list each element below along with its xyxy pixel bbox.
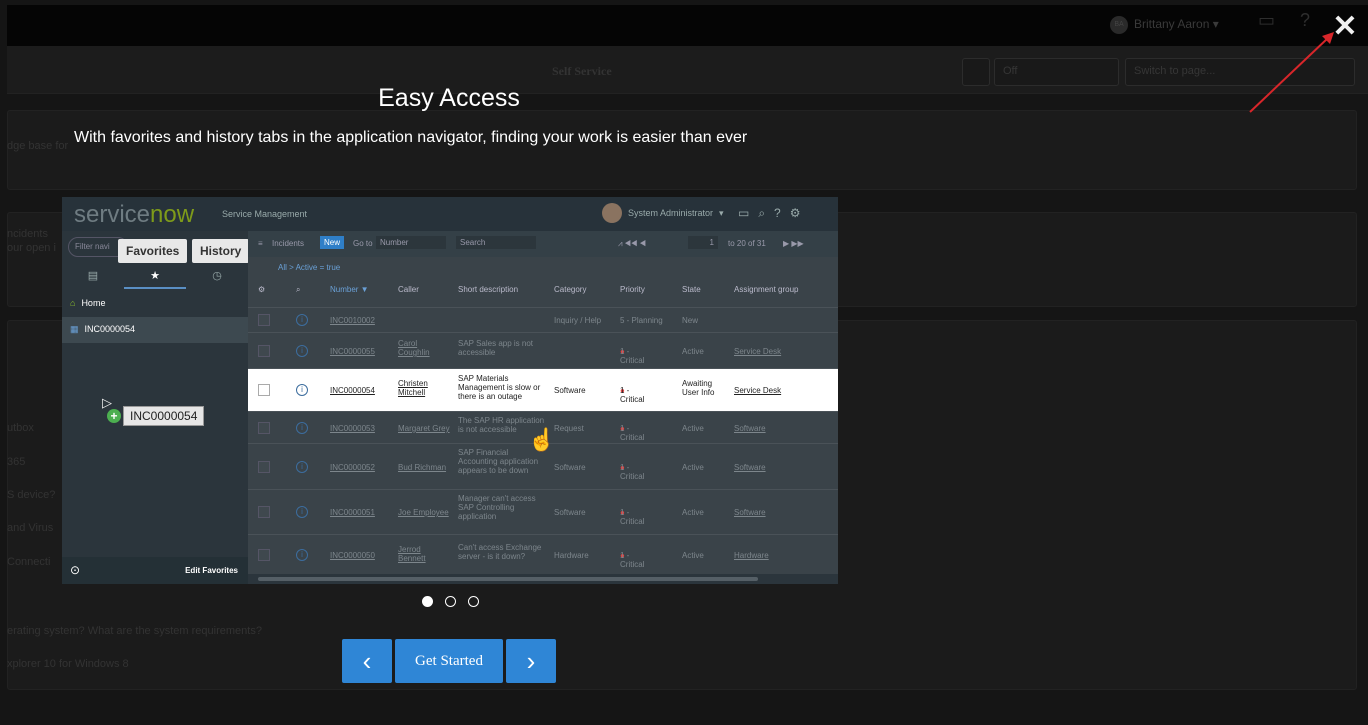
navigator-tabs: ▤ ★ ◷ [62,265,248,289]
servicenow-logo: servicenow [74,201,195,228]
table-row: i INC0010002 Inquiry / Help 5 - Planning… [248,307,838,332]
table-row: i INC0000051 Joe Employee Manager can't … [248,489,838,534]
home-icon: ⌂ [70,298,76,308]
table-row: i INC0000055 Carol Coughlin SAP Sales ap… [248,332,838,368]
modal-subtitle: With favorites and history tabs in the a… [74,129,748,146]
slide-dot[interactable] [445,596,456,607]
paging-icon: ⩘ ◀◀ ◀ [618,239,647,248]
product-name: Service Management [222,209,308,219]
list-header: ⚙ ⌕ Number ▼ Caller Short description Ca… [258,285,799,294]
list-icon: ▦ [70,324,79,334]
navigator-footer: ⊙ Edit Favorites [62,557,248,584]
menu-icon: ≡ [258,239,263,248]
avatar [602,203,622,223]
all-apps-icon: ▤ [87,270,99,282]
incident-list: ≡ Incidents New Go to Number Search ⩘ ◀◀… [248,231,838,584]
feature-screenshot: servicenow Service Management System Adm… [62,197,838,584]
admin-user: System Administrator ▾ [602,203,724,223]
next-button[interactable]: › [506,639,556,683]
history-tooltip: History [192,239,250,263]
info-icon: i [296,345,308,357]
app-navigator: Filter navi Favorites History ▤ ★ ◷ ⌂ Hom… [62,231,250,584]
gear-icon: ⚙ [258,285,266,294]
info-icon: i [296,549,308,561]
plus-icon: + [107,409,121,423]
modal-title: Easy Access [378,84,520,112]
info-icon: i [296,506,308,518]
hand-cursor-icon: ☝ [528,427,556,452]
drag-item: + INC0000054 [107,406,205,426]
breadcrumb: All > Active = true [278,263,341,272]
collapse-icon: ⊙ [70,563,81,577]
info-icon: i [296,422,308,434]
table-row-highlighted: i INC0000054 Christen Mitchell SAP Mater… [248,368,838,411]
info-icon: i [296,461,308,473]
previous-button[interactable]: ‹ [342,639,392,683]
star-icon: ★ [124,265,186,289]
next-page-icon: ▶ ▶▶ [783,239,804,248]
nav-favorite: ▦ INC0000054 [62,317,248,343]
sn-header: servicenow Service Management System Adm… [62,197,838,231]
info-icon: i [296,314,308,326]
info-icon: i [296,384,308,396]
slide-dot[interactable] [468,596,479,607]
horizontal-scrollbar [248,574,838,584]
clock-icon: ◷ [212,270,222,282]
nav-home: ⌂ Home [70,298,106,308]
slide-dot[interactable] [422,596,433,607]
favorites-tooltip: Favorites [118,239,188,263]
table-row: i INC0000050 Jerrod Bennett Can't access… [248,534,838,574]
slide-indicator [422,596,479,607]
search-icon: ⌕ [296,285,301,294]
list-toolbar: ≡ Incidents New Go to Number Search ⩘ ◀◀… [248,231,838,257]
header-icons: ▭⌕?⚙ [738,206,810,220]
get-started-button[interactable]: Get Started [395,639,503,683]
